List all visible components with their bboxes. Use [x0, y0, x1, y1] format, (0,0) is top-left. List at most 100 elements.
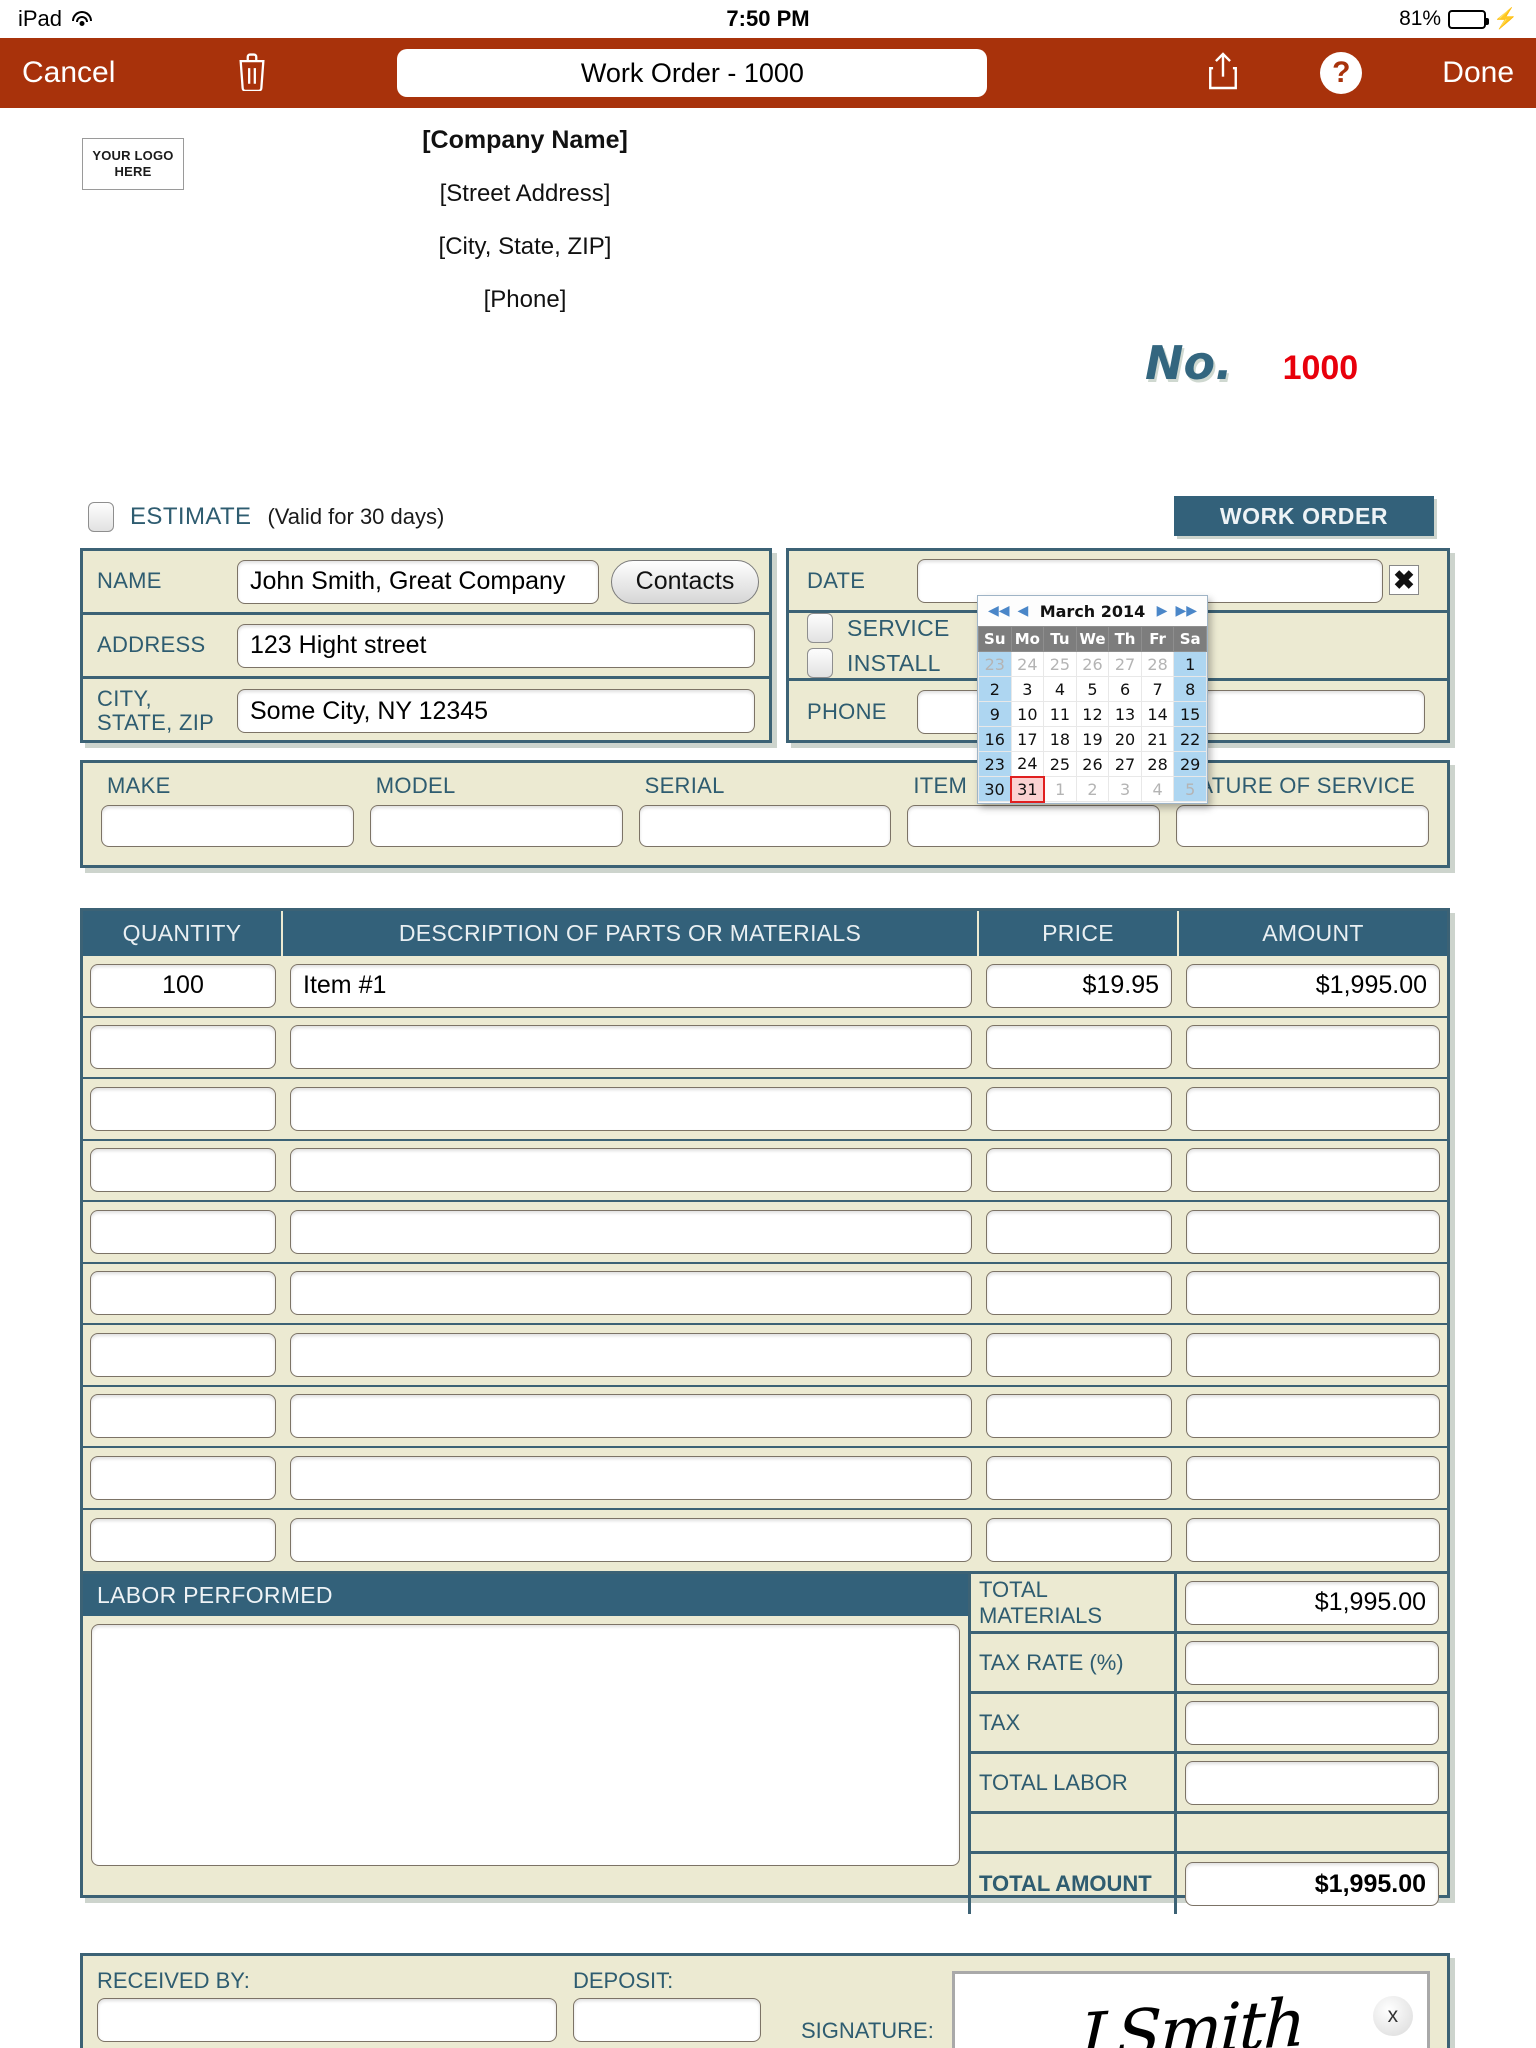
- right-icon[interactable]: ▶: [1153, 603, 1172, 619]
- quantity-input[interactable]: [90, 1209, 276, 1254]
- calendar-day[interactable]: 11: [1043, 701, 1077, 727]
- service-checkbox[interactable]: [807, 613, 833, 643]
- calendar-day[interactable]: 2: [1075, 776, 1110, 802]
- calendar-day[interactable]: 4: [1043, 676, 1077, 702]
- calendar-day[interactable]: 13: [1108, 701, 1142, 727]
- amount-input[interactable]: [1186, 1518, 1440, 1563]
- calendar-day[interactable]: 19: [1075, 726, 1110, 752]
- amount-input[interactable]: [1186, 1455, 1440, 1500]
- calendar-day[interactable]: 4: [1140, 776, 1175, 802]
- double-right-icon[interactable]: ▶▶: [1171, 603, 1201, 619]
- serial-input[interactable]: [638, 805, 892, 847]
- trash-icon[interactable]: [235, 51, 269, 96]
- quantity-input[interactable]: [90, 1518, 276, 1563]
- calendar-day[interactable]: 25: [1043, 751, 1077, 777]
- calendar-day[interactable]: 16: [978, 726, 1012, 752]
- city-input[interactable]: Some City, NY 12345: [237, 689, 755, 733]
- amount-input[interactable]: [1186, 1332, 1440, 1377]
- amount-input[interactable]: [1186, 1148, 1440, 1193]
- estimate-checkbox[interactable]: [88, 502, 114, 532]
- nature-input[interactable]: [1176, 805, 1429, 847]
- item-input[interactable]: [907, 805, 1161, 847]
- double-left-icon[interactable]: ◀◀: [984, 603, 1014, 619]
- calendar-day[interactable]: 26: [1075, 751, 1110, 777]
- cancel-button[interactable]: Cancel: [22, 56, 115, 90]
- calendar-day[interactable]: 3: [1108, 776, 1142, 802]
- calendar-day[interactable]: 20: [1108, 726, 1142, 752]
- calendar-day[interactable]: 29: [1173, 751, 1207, 777]
- description-input[interactable]: [290, 1209, 972, 1254]
- calendar-day[interactable]: 7: [1140, 676, 1175, 702]
- labor-textarea[interactable]: [91, 1624, 960, 1866]
- calendar-day[interactable]: 26: [1075, 651, 1110, 677]
- description-input[interactable]: [290, 1394, 972, 1439]
- price-input[interactable]: [986, 1332, 1172, 1377]
- calendar-day[interactable]: 28: [1140, 651, 1175, 677]
- calendar-day[interactable]: 5: [1173, 776, 1207, 802]
- amount-input[interactable]: [1186, 1209, 1440, 1254]
- model-input[interactable]: [369, 805, 623, 847]
- description-input[interactable]: [290, 1148, 972, 1193]
- calendar-day[interactable]: 5: [1075, 676, 1110, 702]
- make-input[interactable]: [101, 805, 354, 847]
- calendar-day[interactable]: 14: [1140, 701, 1175, 727]
- help-icon[interactable]: ?: [1320, 52, 1363, 94]
- install-option[interactable]: INSTALL: [807, 648, 950, 678]
- calendar-day[interactable]: 3: [1010, 676, 1045, 702]
- quantity-input[interactable]: [90, 1271, 276, 1316]
- calendar-day[interactable]: 2: [978, 676, 1012, 702]
- price-input[interactable]: [986, 1086, 1172, 1131]
- calendar-day[interactable]: 9: [978, 701, 1012, 727]
- description-input[interactable]: [290, 1025, 972, 1070]
- quantity-input[interactable]: [90, 1086, 276, 1131]
- price-input[interactable]: [986, 1394, 1172, 1439]
- calendar-day[interactable]: 10: [1010, 701, 1045, 727]
- description-input[interactable]: [290, 1086, 972, 1131]
- price-input[interactable]: $19.95: [986, 963, 1172, 1008]
- amount-input[interactable]: [1186, 1086, 1440, 1131]
- quantity-input[interactable]: [90, 1148, 276, 1193]
- description-input[interactable]: [290, 1455, 972, 1500]
- price-input[interactable]: [986, 1209, 1172, 1254]
- grand-total-input[interactable]: $1,995.00: [1185, 1862, 1439, 1906]
- calendar-day[interactable]: 23: [978, 651, 1012, 677]
- calendar-day[interactable]: 30: [978, 776, 1012, 802]
- amount-input[interactable]: [1186, 1394, 1440, 1439]
- description-input[interactable]: [290, 1271, 972, 1316]
- amount-input[interactable]: [1186, 1025, 1440, 1070]
- quantity-input[interactable]: [90, 1455, 276, 1500]
- calendar-day[interactable]: 31: [1010, 775, 1045, 803]
- calendar-day[interactable]: 28: [1140, 751, 1175, 777]
- calendar-day[interactable]: 1: [1173, 651, 1207, 677]
- calendar-day[interactable]: 27: [1108, 651, 1142, 677]
- calendar-day[interactable]: 22: [1173, 726, 1207, 752]
- total-input[interactable]: [1185, 1700, 1439, 1745]
- signature-box[interactable]: J.Smith x: [951, 1970, 1430, 2048]
- total-input[interactable]: [1185, 1760, 1439, 1805]
- calendar-day[interactable]: 27: [1108, 751, 1142, 777]
- total-input[interactable]: $1,995.00: [1185, 1580, 1439, 1625]
- contacts-button[interactable]: Contacts: [611, 559, 759, 604]
- calendar-day[interactable]: 24: [1010, 751, 1045, 777]
- address-input[interactable]: 123 Hight street: [237, 623, 755, 668]
- calendar-day[interactable]: 17: [1010, 726, 1045, 752]
- signature-clear-icon[interactable]: x: [1372, 1995, 1413, 2036]
- quantity-input[interactable]: [90, 1394, 276, 1439]
- calendar-day[interactable]: 25: [1043, 651, 1077, 677]
- document-title-field[interactable]: Work Order - 1000: [397, 49, 988, 97]
- calendar-day[interactable]: 21: [1140, 726, 1175, 752]
- quantity-input[interactable]: [90, 1332, 276, 1377]
- quantity-input[interactable]: [90, 1025, 276, 1070]
- deposit-input[interactable]: [573, 1998, 761, 2042]
- done-button[interactable]: Done: [1442, 56, 1514, 90]
- amount-input[interactable]: [1186, 1271, 1440, 1316]
- received-by-input[interactable]: [97, 1998, 557, 2042]
- description-input[interactable]: Item #1: [290, 963, 972, 1008]
- calendar-day[interactable]: 18: [1043, 726, 1077, 752]
- install-checkbox[interactable]: [807, 648, 833, 678]
- date-picker-popup[interactable]: ◀◀ ◀ March 2014 ▶ ▶▶ Su Mo Tu We Th Fr Sa 23 24…: [977, 595, 1208, 804]
- left-icon[interactable]: ◀: [1014, 603, 1033, 619]
- calendar-day[interactable]: 12: [1075, 701, 1110, 727]
- description-input[interactable]: [290, 1518, 972, 1563]
- calendar-day[interactable]: 8: [1173, 676, 1207, 702]
